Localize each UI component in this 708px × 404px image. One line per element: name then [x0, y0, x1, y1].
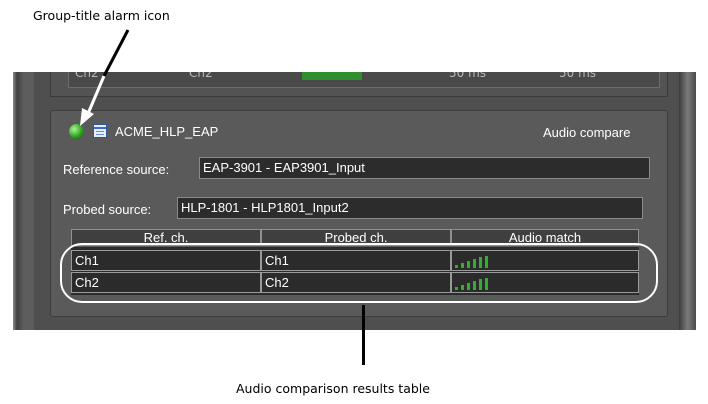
top-pointer-arrowhead	[80, 108, 94, 126]
callout-results-table-label: Audio comparison results table	[236, 381, 430, 396]
top-pointer-white	[85, 75, 106, 117]
top-pointer-black	[102, 29, 130, 77]
bottom-callout-pointer	[362, 305, 365, 365]
callout-arrows	[80, 29, 130, 126]
